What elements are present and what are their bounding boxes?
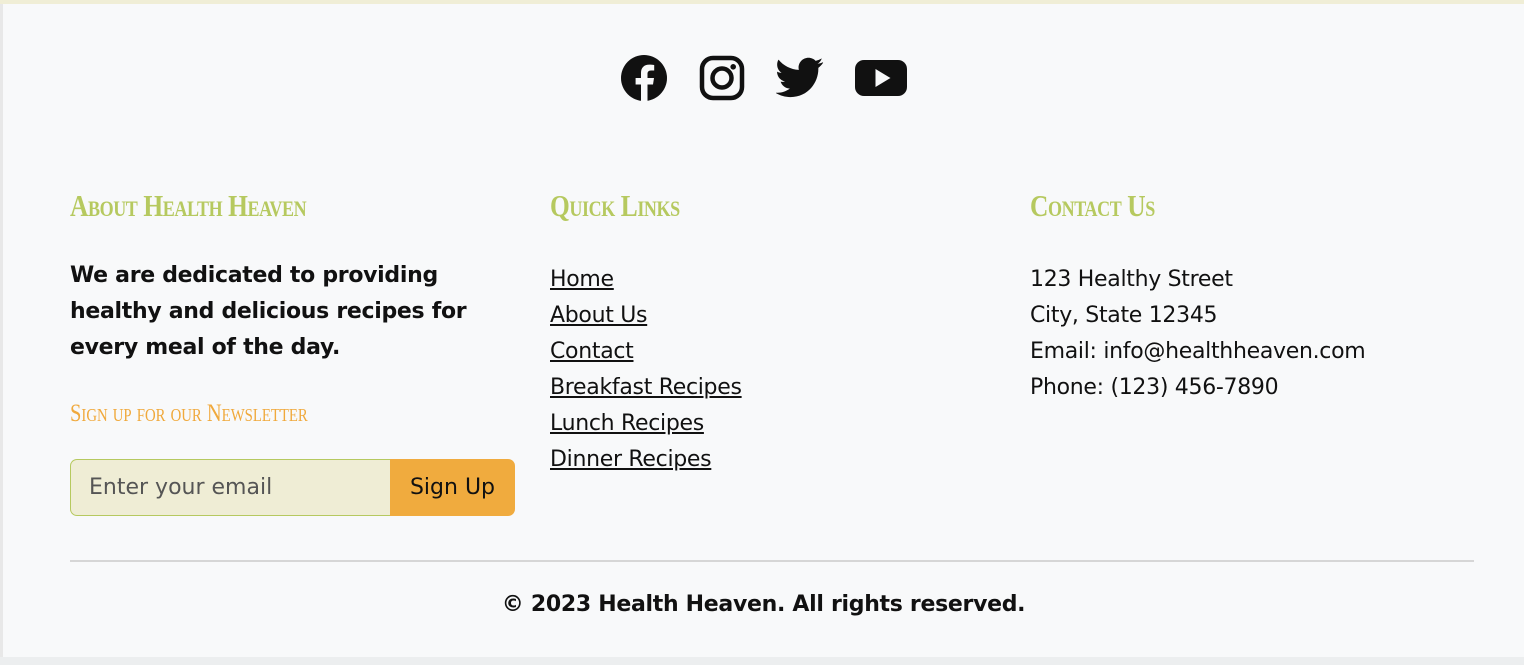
quick-links-section: Quick Links Home About Us Contact Breakf…: [550, 186, 1000, 478]
list-item: Lunch Recipes: [550, 406, 1000, 442]
link-home[interactable]: Home: [550, 267, 614, 292]
youtube-icon[interactable]: [854, 54, 908, 102]
social-links: [3, 54, 1524, 102]
newsletter-heading: Sign up for our Newsletter: [70, 400, 308, 427]
newsletter-form: Sign Up: [70, 459, 515, 516]
contact-phone: Phone: (123) 456-7890: [1030, 375, 1279, 400]
footer-divider: [70, 560, 1474, 562]
link-about-us[interactable]: About Us: [550, 303, 648, 328]
list-item: About Us: [550, 298, 1000, 334]
contact-details: 123 Healthy Street City, State 12345 Ema…: [1030, 262, 1480, 406]
site-footer: About Health Heaven We are dedicated to …: [3, 4, 1524, 657]
link-lunch-recipes[interactable]: Lunch Recipes: [550, 411, 704, 436]
about-text: We are dedicated to providing healthy an…: [70, 263, 467, 360]
list-item: Home: [550, 262, 1000, 298]
bottom-border: [0, 657, 1524, 665]
list-item: Breakfast Recipes: [550, 370, 1000, 406]
link-breakfast-recipes[interactable]: Breakfast Recipes: [550, 375, 742, 400]
copyright-text: © 2023 Health Heaven. All rights reserve…: [501, 592, 1026, 617]
list-item: Dinner Recipes: [550, 442, 1000, 478]
link-contact[interactable]: Contact: [550, 339, 634, 364]
email-input[interactable]: [70, 459, 390, 516]
instagram-icon[interactable]: [698, 54, 746, 102]
contact-heading: Contact Us: [1030, 188, 1155, 223]
about-section: About Health Heaven We are dedicated to …: [70, 186, 520, 516]
signup-button[interactable]: Sign Up: [390, 459, 515, 516]
twitter-icon[interactable]: [775, 54, 824, 102]
about-heading: About Health Heaven: [70, 188, 307, 223]
quick-links-list: Home About Us Contact Breakfast Recipes …: [550, 262, 1000, 478]
link-dinner-recipes[interactable]: Dinner Recipes: [550, 447, 712, 472]
contact-section: Contact Us 123 Healthy Street City, Stat…: [1030, 186, 1480, 406]
list-item: Contact: [550, 334, 1000, 370]
facebook-icon[interactable]: [620, 54, 668, 102]
address-line-1: 123 Healthy Street: [1030, 267, 1233, 292]
quick-links-heading: Quick Links: [550, 188, 680, 223]
contact-email: Email: info@healthheaven.com: [1030, 339, 1366, 364]
address-line-2: City, State 12345: [1030, 303, 1218, 328]
